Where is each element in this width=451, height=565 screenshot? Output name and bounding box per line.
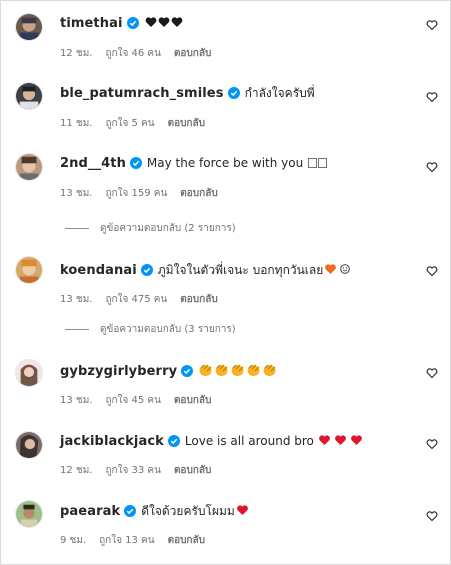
red-heart-icon xyxy=(318,434,331,449)
avatar[interactable] xyxy=(15,153,43,181)
unknown-glyph-icon xyxy=(318,158,328,168)
comment-text-content: ดีใจด้วยครับโผมม xyxy=(141,503,235,518)
unknown-glyph-icon xyxy=(308,158,318,168)
divider xyxy=(65,227,89,229)
comment-text: Love is all around bro xyxy=(185,434,363,449)
clap-icon xyxy=(214,363,229,380)
red-heart-icon xyxy=(334,434,347,449)
comment-time: 9 ชม. xyxy=(60,534,87,546)
comment-username[interactable]: koendanai xyxy=(60,263,137,278)
reply-button[interactable]: ตอบกลับ xyxy=(168,116,205,131)
divider xyxy=(65,328,89,330)
avatar[interactable] xyxy=(15,82,43,110)
view-replies-label: ดูข้อความตอบกลับ (3 รายการ) xyxy=(100,323,236,335)
verified-badge-icon xyxy=(227,87,240,99)
comment-time: 11 ชม. xyxy=(60,117,93,129)
comment-username[interactable]: paearak xyxy=(60,504,120,519)
view-replies-button[interactable]: ดูข้อความตอบกลับ (3 รายการ) xyxy=(65,322,236,336)
like-count[interactable]: ถูกใจ 33 คน xyxy=(105,463,160,478)
comments-panel: timethai 12 ชม. ถูกใจ 46 คน ตอบกลับ ble_… xyxy=(0,0,451,565)
clap-icon xyxy=(262,363,277,380)
verified-badge-icon xyxy=(181,365,194,377)
comment-time: 12 ชม. xyxy=(60,464,93,476)
avatar[interactable] xyxy=(15,256,43,284)
avatar[interactable] xyxy=(15,500,43,528)
like-heart-icon[interactable] xyxy=(426,510,438,522)
verified-badge-icon xyxy=(126,17,139,29)
verified-badge-icon xyxy=(140,264,153,276)
verified-badge-icon xyxy=(124,505,137,517)
comment-text: ภูมิใจในตัวพี่เจนะ บอกทุกวันเลย xyxy=(158,261,351,280)
like-count[interactable]: ถูกใจ 5 คน xyxy=(105,116,154,131)
orange-heart-icon xyxy=(324,263,337,278)
comment-time: 13 ชม. xyxy=(60,394,93,406)
black-heart-icon xyxy=(171,16,183,31)
comment-username[interactable]: jackiblackjack xyxy=(60,434,164,449)
comment-text-content: ภูมิใจในตัวพี่เจนะ บอกทุกวันเลย xyxy=(157,262,324,277)
black-heart-icon xyxy=(145,16,157,31)
verified-badge-icon xyxy=(167,435,180,447)
comment-text xyxy=(197,363,277,380)
smile-icon xyxy=(340,263,351,277)
comment-text: ดีใจด้วยครับโผมม xyxy=(141,502,249,521)
reply-button[interactable]: ตอบกลับ xyxy=(168,533,205,548)
comment-text xyxy=(144,16,183,31)
red-heart-icon xyxy=(236,504,249,519)
like-count[interactable]: ถูกใจ 159 คน xyxy=(105,186,167,201)
view-replies-button[interactable]: ดูข้อความตอบกลับ (2 รายการ) xyxy=(65,221,236,235)
view-replies-label: ดูข้อความตอบกลับ (2 รายการ) xyxy=(100,222,236,234)
like-heart-icon[interactable] xyxy=(426,265,438,277)
reply-button[interactable]: ตอบกลับ xyxy=(180,292,217,307)
like-count[interactable]: ถูกใจ 13 คน xyxy=(99,533,154,548)
comment-username[interactable]: 2nd__4th xyxy=(60,156,126,171)
like-count[interactable]: ถูกใจ 475 คน xyxy=(105,292,167,307)
like-count[interactable]: ถูกใจ 46 คน xyxy=(105,46,160,61)
comment-username[interactable]: ble_patumrach_smiles xyxy=(60,86,224,101)
comment-text-content: May the force be with you xyxy=(146,156,304,170)
reply-button[interactable]: ตอบกลับ xyxy=(180,186,217,201)
like-heart-icon[interactable] xyxy=(426,438,438,450)
reply-button[interactable]: ตอบกลับ xyxy=(174,393,211,408)
avatar[interactable] xyxy=(15,13,43,41)
like-heart-icon[interactable] xyxy=(426,367,438,379)
like-heart-icon[interactable] xyxy=(426,161,438,173)
comment-username[interactable]: gybzygirlyberry xyxy=(60,364,177,379)
avatar[interactable] xyxy=(15,431,43,459)
comment-text-content: Love is all around bro xyxy=(184,434,314,448)
like-heart-icon[interactable] xyxy=(426,19,438,31)
comment-time: 13 ชม. xyxy=(60,293,93,305)
avatar[interactable] xyxy=(15,359,43,387)
clap-icon xyxy=(230,363,245,380)
red-heart-icon xyxy=(350,434,363,449)
like-count[interactable]: ถูกใจ 45 คน xyxy=(105,393,160,408)
comment-text: กำลังใจครับพี่ xyxy=(244,85,315,100)
verified-badge-icon xyxy=(129,157,142,169)
clap-icon xyxy=(246,363,261,380)
reply-button[interactable]: ตอบกลับ xyxy=(174,463,211,478)
like-heart-icon[interactable] xyxy=(426,91,438,103)
comment-time: 12 ชม. xyxy=(60,47,93,59)
clap-icon xyxy=(198,363,213,380)
reply-button[interactable]: ตอบกลับ xyxy=(174,46,211,61)
comment-time: 13 ชม. xyxy=(60,187,93,199)
comment-username[interactable]: timethai xyxy=(60,16,123,31)
comment-text: May the force be with you xyxy=(146,156,328,170)
black-heart-icon xyxy=(158,16,170,31)
